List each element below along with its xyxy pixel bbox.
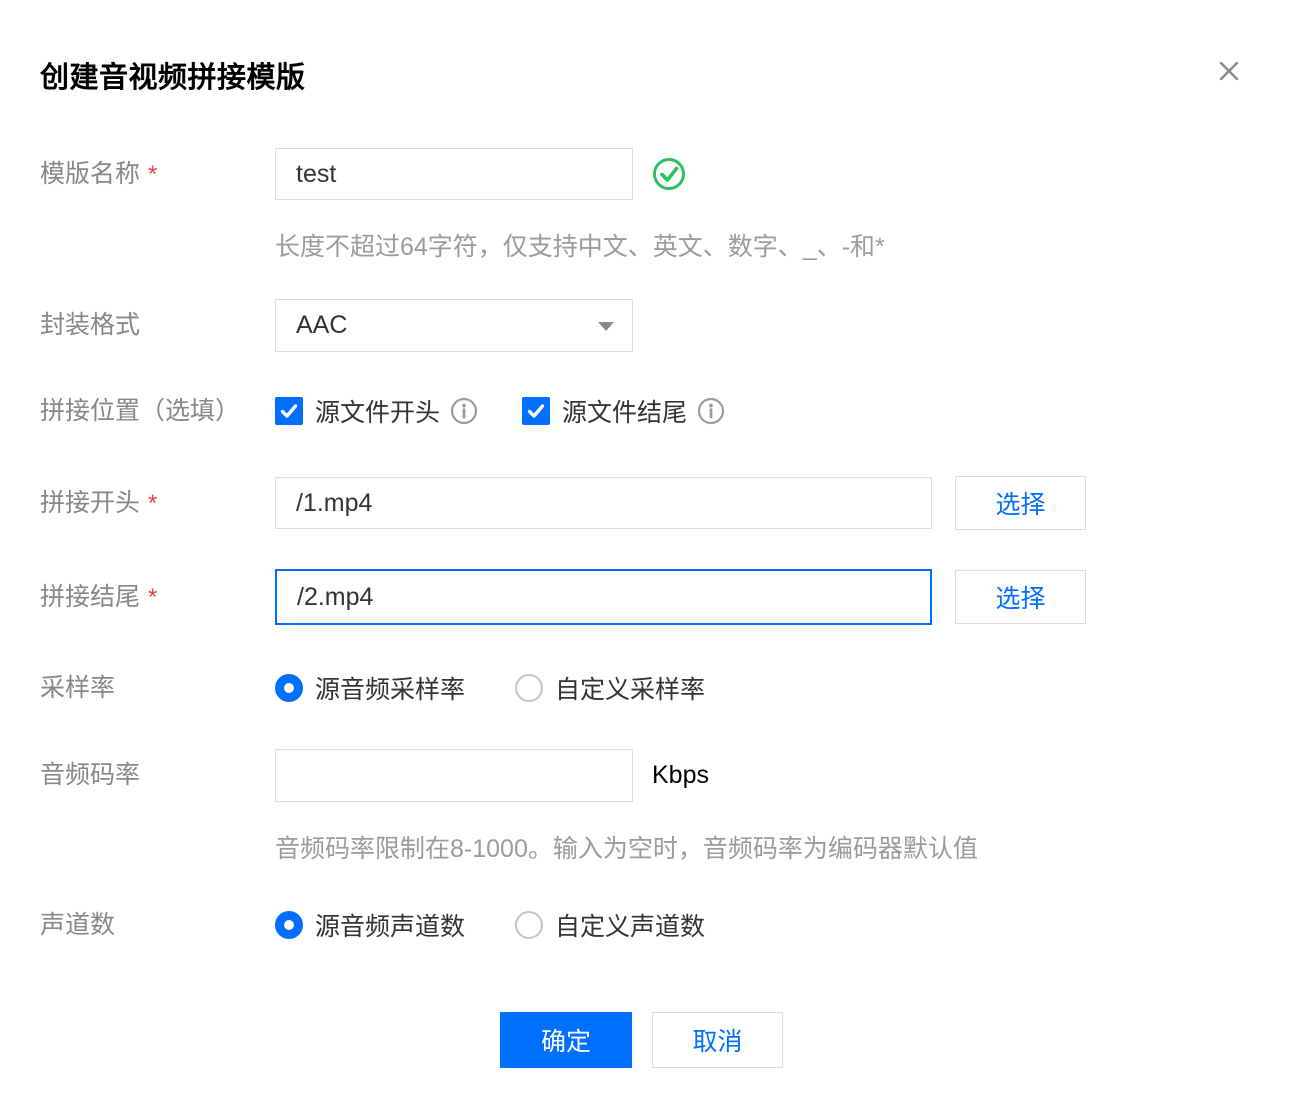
sample-rate-group: 源音频采样率 自定义采样率 bbox=[275, 674, 705, 702]
splice-start-label: 拼接开头* bbox=[40, 477, 157, 530]
template-name-hint: 长度不超过64字符，仅支持中文、英文、数字、_、-和* bbox=[275, 227, 885, 263]
splice-end-label: 拼接结尾* bbox=[40, 569, 157, 626]
container-format-value: AAC bbox=[296, 311, 347, 340]
checkbox-source-start-label[interactable]: 源文件开头 bbox=[315, 393, 440, 429]
radio-source-sample-rate-label[interactable]: 源音频采样率 bbox=[315, 670, 465, 706]
audio-bitrate-input[interactable] bbox=[275, 749, 633, 802]
channels-label: 声道数 bbox=[40, 911, 115, 939]
close-button[interactable] bbox=[1212, 54, 1246, 88]
page-title: 创建音视频拼接模版 bbox=[40, 54, 306, 96]
audio-bitrate-hint: 音频码率限制在8-1000。输入为空时，音频码率为编码器默认值 bbox=[275, 829, 978, 865]
radio-source-channels[interactable] bbox=[275, 911, 303, 939]
required-asterisk: * bbox=[148, 161, 157, 188]
info-icon[interactable] bbox=[450, 397, 478, 425]
close-icon bbox=[1214, 56, 1244, 86]
radio-source-sample-rate[interactable] bbox=[275, 674, 303, 702]
audio-bitrate-label: 音频码率 bbox=[40, 749, 140, 802]
check-icon bbox=[278, 400, 300, 422]
chevron-down-icon bbox=[598, 322, 614, 331]
template-name-input[interactable] bbox=[275, 148, 633, 200]
splice-position-label: 拼接位置（选填） bbox=[40, 397, 240, 425]
splice-end-select-button[interactable]: 选择 bbox=[955, 570, 1086, 624]
splice-start-select-button[interactable]: 选择 bbox=[955, 476, 1086, 530]
audio-bitrate-unit: Kbps bbox=[652, 749, 709, 802]
splice-position-group: 源文件开头 源文件结尾 bbox=[275, 397, 725, 425]
required-asterisk: * bbox=[148, 490, 157, 517]
radio-custom-channels[interactable] bbox=[515, 911, 543, 939]
info-icon[interactable] bbox=[697, 397, 725, 425]
checkbox-source-end-label[interactable]: 源文件结尾 bbox=[562, 393, 687, 429]
check-circle-icon bbox=[652, 157, 686, 191]
checkbox-source-start[interactable] bbox=[275, 397, 303, 425]
confirm-button[interactable]: 确定 bbox=[500, 1012, 632, 1068]
radio-custom-sample-rate[interactable] bbox=[515, 674, 543, 702]
channels-group: 源音频声道数 自定义声道数 bbox=[275, 911, 705, 939]
container-format-select[interactable]: AAC bbox=[275, 299, 633, 352]
required-asterisk: * bbox=[148, 584, 157, 611]
check-icon bbox=[525, 400, 547, 422]
splice-end-input[interactable] bbox=[275, 569, 932, 625]
sample-rate-label: 采样率 bbox=[40, 674, 115, 702]
template-name-label: 模版名称* bbox=[40, 148, 157, 201]
radio-source-channels-label[interactable]: 源音频声道数 bbox=[315, 907, 465, 943]
cancel-button[interactable]: 取消 bbox=[652, 1012, 783, 1068]
checkbox-source-end[interactable] bbox=[522, 397, 550, 425]
container-format-label: 封装格式 bbox=[40, 299, 140, 352]
radio-custom-channels-label[interactable]: 自定义声道数 bbox=[555, 907, 705, 943]
splice-start-input[interactable] bbox=[275, 477, 932, 529]
radio-custom-sample-rate-label[interactable]: 自定义采样率 bbox=[555, 670, 705, 706]
